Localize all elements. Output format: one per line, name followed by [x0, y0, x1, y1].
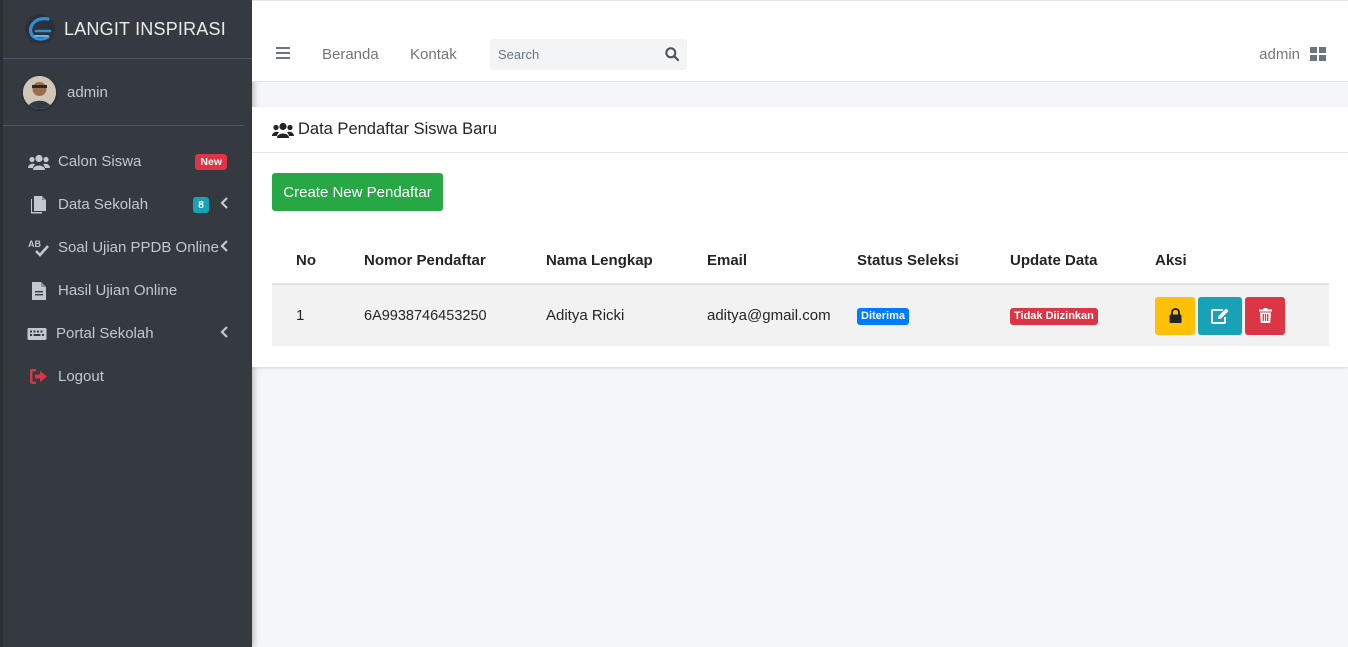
chevron-left-icon	[220, 197, 228, 209]
count-badge: 8	[193, 196, 209, 213]
grid-icon[interactable]	[1310, 47, 1326, 61]
status-badge: Diterima	[857, 308, 910, 325]
chevron-left-icon	[220, 240, 228, 252]
trash-icon	[1258, 308, 1272, 323]
sidebar-item-soal-ujian[interactable]: AB Soal Ujian PPDB Online	[0, 226, 252, 269]
cell-aksi	[1155, 284, 1329, 346]
keyboard-icon	[25, 325, 49, 343]
pendaftar-table: No Nomor Pendaftar Nama Lengkap Email St…	[272, 237, 1329, 346]
lock-button[interactable]	[1155, 296, 1195, 335]
col-header-nama[interactable]: Nama Lengkap	[546, 237, 707, 285]
avatar	[23, 75, 56, 109]
col-header-nomor[interactable]: Nomor Pendaftar	[364, 237, 546, 285]
brand-logo-icon	[25, 14, 55, 44]
brand-text: LANGIT INSPIRASI	[64, 18, 226, 39]
copy-icon	[27, 195, 51, 214]
lock-icon	[1169, 308, 1181, 323]
users-icon	[27, 153, 51, 171]
cell-email: aditya@gmail.com	[707, 284, 857, 346]
user-name: admin	[67, 83, 108, 101]
search-box	[490, 39, 687, 70]
sidebar-item-label: Data Sekolah	[58, 196, 149, 213]
sidebar-item-label: Portal Sekolah	[56, 325, 154, 342]
sign-out-icon	[27, 368, 51, 386]
chevron-left-icon	[220, 326, 228, 338]
nav-link-kontak[interactable]: Kontak	[410, 46, 457, 63]
file-icon	[27, 281, 51, 300]
card-header: Data Pendaftar Siswa Baru	[252, 107, 1348, 153]
sidebar-item-label: Soal Ujian PPDB Online	[58, 239, 219, 256]
sidebar-item-calon-siswa[interactable]: Calon Siswa New	[0, 140, 252, 183]
col-header-no[interactable]: No	[272, 237, 364, 285]
col-header-aksi: Aksi	[1155, 237, 1329, 285]
hamburger-menu-icon[interactable]	[276, 47, 290, 59]
update-badge: Tidak Diizinkan	[1010, 308, 1098, 325]
top-navbar: Beranda Kontak admin	[252, 0, 1348, 82]
table-row: 1 6A9938746453250 Aditya Ricki aditya@gm…	[272, 284, 1329, 346]
spell-check-icon: AB	[27, 239, 51, 257]
sidebar-item-portal-sekolah[interactable]: Portal Sekolah	[0, 312, 252, 355]
col-header-email[interactable]: Email	[707, 237, 857, 285]
sidebar-item-logout[interactable]: Logout	[0, 355, 252, 398]
col-header-update[interactable]: Update Data	[1010, 237, 1155, 285]
sidebar-item-hasil-ujian[interactable]: Hasil Ujian Online	[0, 269, 252, 312]
sidebar-menu: Calon Siswa New Data Sekolah 8 AB Soal U…	[0, 140, 252, 398]
search-input[interactable]	[490, 46, 660, 63]
user-panel[interactable]: admin	[0, 59, 244, 126]
sidebar-item-label: Logout	[58, 368, 104, 385]
card-title: Data Pendaftar Siswa Baru	[298, 120, 498, 138]
search-icon[interactable]	[665, 47, 679, 61]
sidebar-item-data-sekolah[interactable]: Data Sekolah 8	[0, 183, 252, 226]
brand-link[interactable]: LANGIT INSPIRASI	[0, 0, 252, 59]
cell-no: 1	[272, 284, 364, 346]
users-icon	[272, 122, 294, 138]
cell-nomor: 6A9938746453250	[364, 284, 546, 346]
edit-icon	[1211, 308, 1229, 324]
nav-link-beranda[interactable]: Beranda	[322, 46, 379, 63]
sidebar-item-label: Hasil Ujian Online	[58, 282, 178, 299]
table-header-row: No Nomor Pendaftar Nama Lengkap Email St…	[272, 237, 1329, 285]
pendaftar-card: Data Pendaftar Siswa Baru Create New Pen…	[252, 107, 1348, 367]
cell-nama: Aditya Ricki	[546, 284, 707, 346]
edit-button[interactable]	[1198, 296, 1242, 335]
create-pendaftar-button[interactable]: Create New Pendaftar	[272, 173, 443, 211]
svg-text:AB: AB	[28, 239, 41, 249]
cell-update: Tidak Diizinkan	[1010, 284, 1155, 346]
delete-button[interactable]	[1245, 296, 1285, 335]
sidebar: LANGIT INSPIRASI admin Calon Siswa New D…	[0, 0, 252, 647]
sidebar-item-label: Calon Siswa	[58, 153, 142, 170]
col-header-status[interactable]: Status Seleksi	[857, 237, 1010, 285]
cell-status: Diterima	[857, 284, 1010, 346]
user-menu-label[interactable]: admin	[1259, 46, 1300, 63]
new-badge: New	[195, 153, 227, 170]
